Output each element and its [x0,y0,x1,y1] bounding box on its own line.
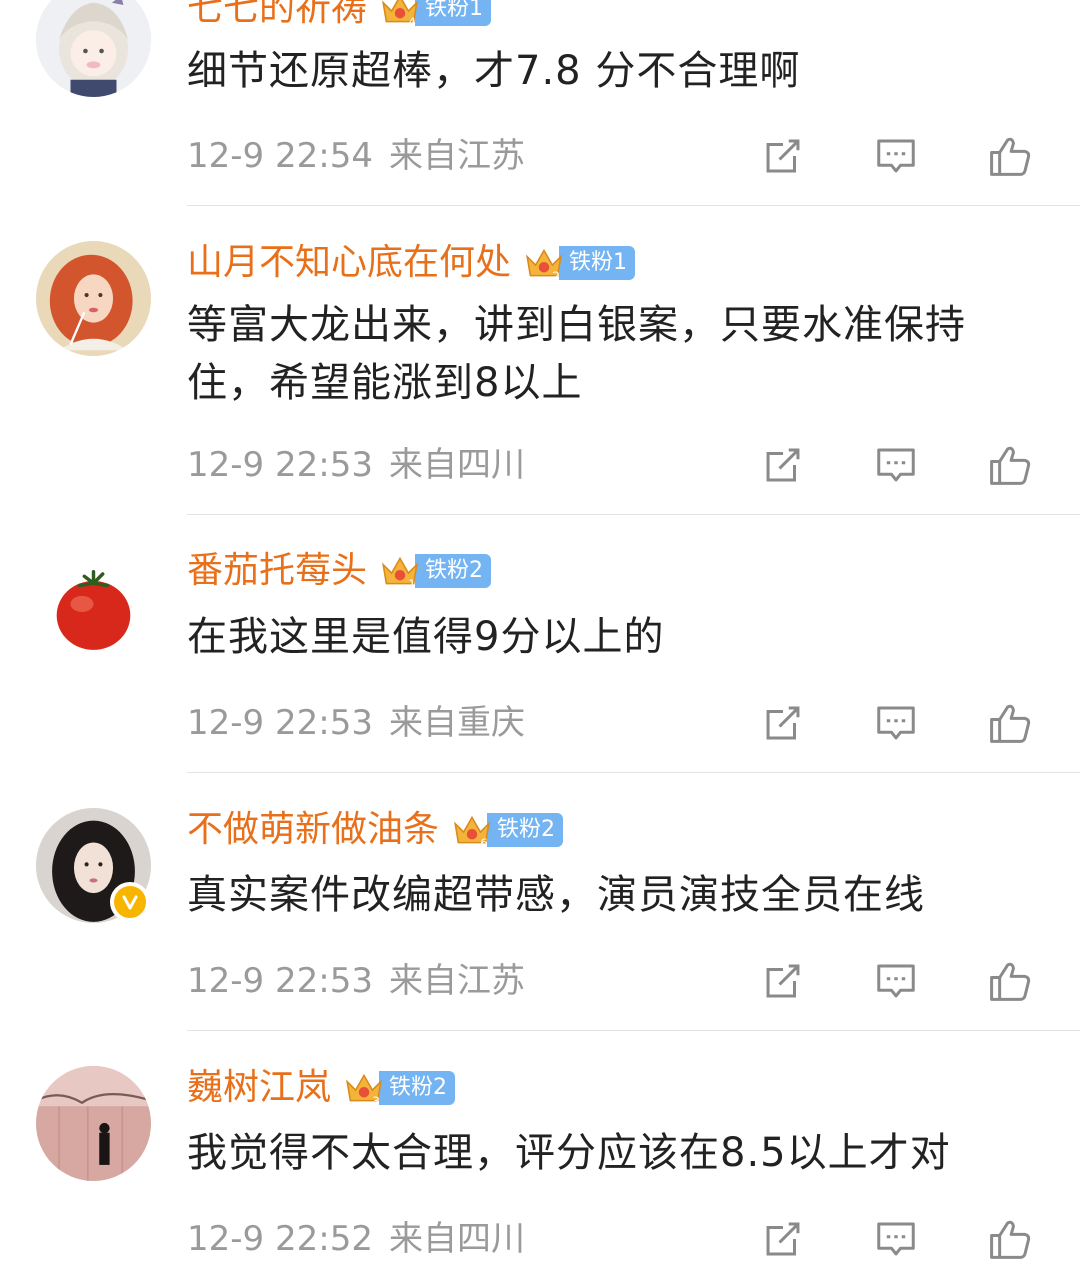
comment-button[interactable] [871,956,921,1006]
fan-badge[interactable]: 2 铁粉1 [523,243,636,283]
comment-icon [877,448,915,482]
comment-icon [877,139,915,173]
like-button[interactable] [985,956,1035,1006]
divider [187,205,1080,206]
repost-button[interactable] [758,440,808,490]
username[interactable]: 巍树江岚 [187,1065,331,1111]
badge-label: 铁粉1 [559,246,636,280]
avatar[interactable] [36,0,151,97]
timestamp: 12-9 22:54 [187,136,373,176]
repost-icon [766,964,800,998]
thumbs-up-icon [990,137,1031,176]
verified-v-icon [122,895,138,910]
comment-text: 真实案件改编超带感，演员演技全员在线 [187,872,925,918]
avatar-pink-wall-photo [36,1066,151,1181]
comment-meta: 12-9 22:53 来自重庆 [187,701,525,745]
username[interactable]: 七七的祈祷 [187,0,367,32]
comment-meta: 12-9 22:52 来自四川 [187,1217,525,1261]
comment-header: 七七的祈祷 4 铁粉1 [187,0,492,32]
comment-button[interactable] [871,131,921,181]
location: 来自江苏 [388,136,525,176]
like-button[interactable] [985,1214,1035,1264]
svg-text:3: 3 [372,1094,379,1108]
location: 来自四川 [388,1219,525,1259]
location: 来自四川 [388,445,525,485]
comment-button[interactable] [871,1214,921,1264]
avatar[interactable] [36,241,151,356]
fan-badge[interactable]: 3 铁粉2 [343,1068,456,1108]
repost-icon [766,706,800,740]
crown-icon: 4 [382,0,418,29]
comment-header: 山月不知心底在何处 2 铁粉1 [187,240,636,286]
repost-icon [766,139,800,173]
like-button[interactable] [985,131,1035,181]
repost-button[interactable] [758,698,808,748]
crown-icon: 6 [454,815,490,850]
repost-icon [766,1222,800,1256]
comment-meta: 12-9 22:53 来自江苏 [187,959,525,1003]
repost-button[interactable] [758,131,808,181]
location: 来自江苏 [388,961,525,1001]
comment-button[interactable] [871,698,921,748]
badge-label: 铁粉1 [415,0,492,26]
comment-icon [877,706,915,740]
avatar-anime-girl-image [36,0,151,97]
thumbs-up-icon [990,1220,1031,1259]
badge-label: 铁粉2 [415,554,492,588]
svg-text:2: 2 [552,269,559,283]
repost-icon [766,448,800,482]
comment-icon [877,1222,915,1256]
comment-header: 巍树江岚 3 铁粉2 [187,1065,456,1111]
comment-header: 不做萌新做油条 6 铁粉2 [187,807,564,853]
like-button[interactable] [985,698,1035,748]
thumbs-up-icon [990,446,1031,485]
avatar[interactable] [36,1066,151,1181]
avatar-tomato-image [36,551,151,666]
comment-text: 细节还原超棒，才7.8 分不合理啊 [187,48,801,94]
divider [187,772,1080,773]
comment-header: 番茄托莓头 1 铁粉2 [187,548,492,594]
username[interactable]: 番茄托莓头 [187,548,367,594]
comment-meta: 12-9 22:53 来自四川 [187,443,525,487]
crown-icon: 2 [526,248,562,283]
thumbs-up-icon [990,704,1031,743]
like-button[interactable] [985,440,1035,490]
username[interactable]: 不做萌新做油条 [187,807,439,853]
timestamp: 12-9 22:53 [187,445,373,485]
fan-badge[interactable]: 1 铁粉2 [379,551,492,591]
badge-label: 铁粉2 [379,1071,456,1105]
crown-icon: 1 [382,556,418,591]
comment-text: 在我这里是值得9分以上的 [187,614,665,660]
timestamp: 12-9 22:52 [187,1219,373,1259]
repost-button[interactable] [758,956,808,1006]
verified-badge [110,882,150,922]
timestamp: 12-9 22:53 [187,703,373,743]
comment-text: 等富大龙出来，讲到白银案，只要水准保持住，希望能涨到8以上 [187,302,966,406]
avatar-redhead-photo [36,241,151,356]
crown-icon: 3 [346,1073,382,1108]
svg-text:6: 6 [480,836,487,850]
badge-label: 铁粉2 [487,813,564,847]
thumbs-up-icon [990,962,1031,1001]
username[interactable]: 山月不知心底在何处 [187,240,511,286]
avatar[interactable] [36,551,151,666]
location: 来自重庆 [388,703,525,743]
comment-text: 我觉得不太合理，评分应该在8.5以上才对 [187,1130,951,1176]
divider [187,1030,1080,1031]
fan-badge[interactable]: 6 铁粉2 [451,810,564,850]
comment-list: 七七的祈祷 4 铁粉1 细节还原超棒，才7.8 分不合理啊 12-9 22:54… [0,0,1080,1275]
timestamp: 12-9 22:53 [187,961,373,1001]
divider [187,514,1080,515]
repost-button[interactable] [758,1214,808,1264]
comment-icon [877,964,915,998]
comment-button[interactable] [871,440,921,490]
svg-text:4: 4 [408,15,415,29]
comment-meta: 12-9 22:54 来自江苏 [187,134,525,178]
fan-badge[interactable]: 4 铁粉1 [379,0,492,29]
svg-text:1: 1 [408,577,415,591]
